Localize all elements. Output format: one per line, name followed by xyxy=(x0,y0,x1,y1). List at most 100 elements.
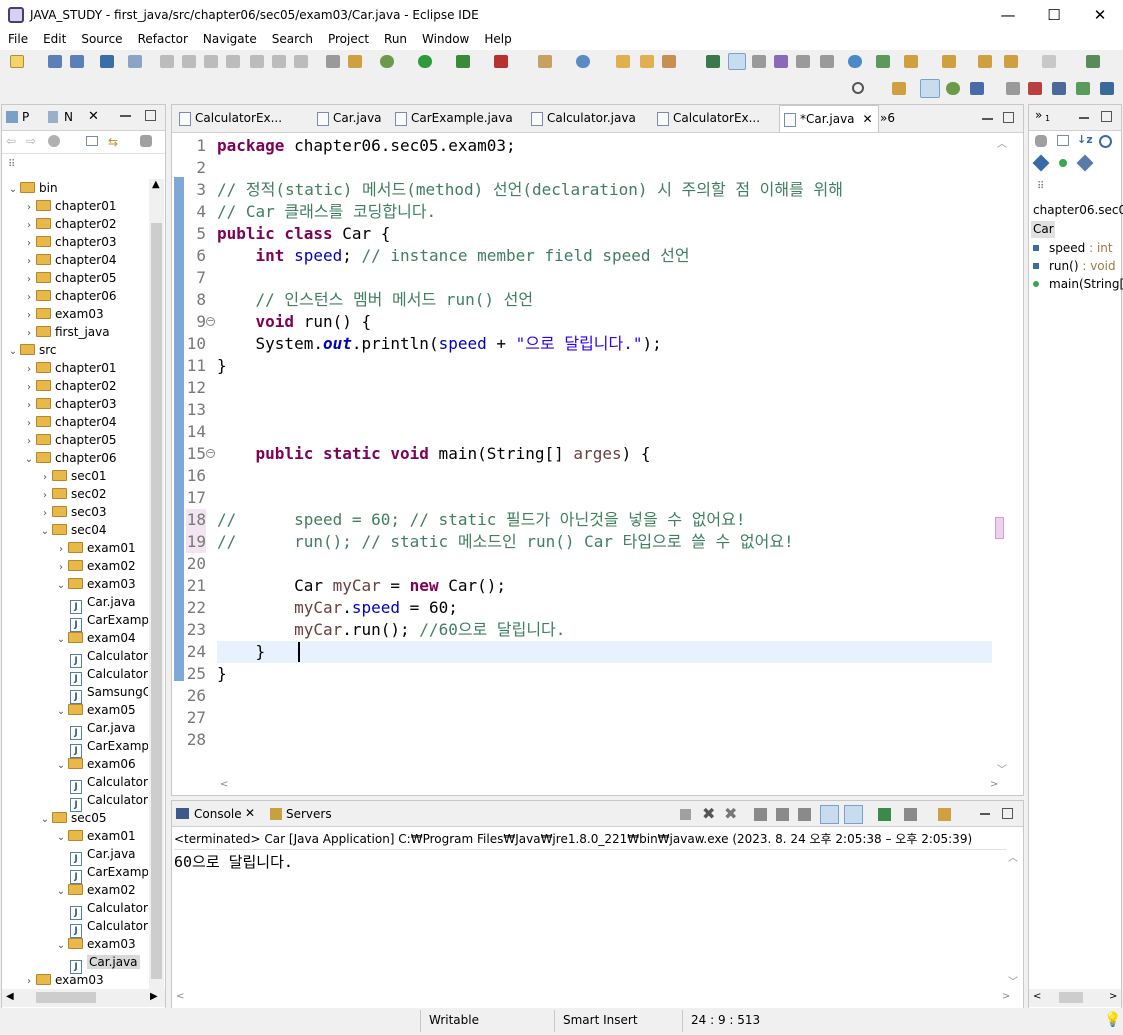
tree-folder[interactable]: › chapter03 xyxy=(22,233,116,251)
chevron-down-icon[interactable]: ⌄ xyxy=(38,523,52,541)
sort-icon[interactable]: ↓z xyxy=(1077,133,1093,146)
collapse-icon[interactable] xyxy=(1057,135,1069,146)
tree-folder[interactable]: ⌄ sec05 xyxy=(38,809,107,827)
display-console-icon[interactable] xyxy=(904,808,917,821)
scroll-left-icon[interactable]: < xyxy=(220,779,228,790)
breadcrumb-icon[interactable] xyxy=(796,55,810,68)
link-editor-icon[interactable]: ⇆ xyxy=(108,135,118,149)
code-line[interactable]: public class Car { xyxy=(217,223,390,245)
chevron-down-icon[interactable]: ⌄ xyxy=(54,757,68,775)
menu-navigate[interactable]: Navigate xyxy=(203,30,257,50)
code-line[interactable]: myCar.speed = 60; xyxy=(217,597,458,619)
collapse-all-icon[interactable] xyxy=(86,136,98,146)
tree-file[interactable]: J Car.java xyxy=(70,719,136,740)
tip-bulb-icon[interactable]: 💡 xyxy=(1104,1012,1121,1028)
remove-all-icon[interactable]: ✖ xyxy=(724,804,737,823)
step-over-icon[interactable] xyxy=(272,55,286,68)
restore-icon[interactable] xyxy=(1006,82,1020,95)
console-scrollbar[interactable]: ︿ ﹀ xyxy=(1006,849,1021,989)
chevron-down-icon[interactable]: ⌄ xyxy=(54,883,68,901)
editor-tab[interactable]: *Car.java ✕ xyxy=(779,105,879,132)
show-stderr-icon[interactable] xyxy=(844,805,863,824)
tree-file[interactable]: J Calculator xyxy=(70,917,148,938)
back-icon[interactable] xyxy=(1004,55,1018,68)
chevron-down-icon[interactable]: ⌄ xyxy=(54,577,68,595)
tree-folder[interactable]: › sec01 xyxy=(38,467,107,485)
prev-annotation-icon[interactable] xyxy=(942,55,956,68)
tree-folder[interactable]: › chapter04 xyxy=(22,413,116,431)
hscroll-thumb[interactable] xyxy=(36,992,96,1003)
editor-tab[interactable]: Car.java xyxy=(313,105,383,132)
tree-folder[interactable]: › exam01 xyxy=(54,539,136,557)
minimize-button[interactable]: — xyxy=(985,0,1031,30)
tree-folder[interactable]: ⌄ exam05 xyxy=(54,701,136,719)
tree-file[interactable]: J Calculator xyxy=(70,791,148,812)
task-icon[interactable] xyxy=(774,55,788,68)
editor-hscrollbar[interactable]: < > xyxy=(186,779,1006,795)
search-icon[interactable] xyxy=(852,82,864,94)
close-icon[interactable]: ✕ xyxy=(863,112,873,126)
chevron-down-icon[interactable]: ⌄ xyxy=(54,631,68,649)
tree-folder[interactable]: › first_java xyxy=(22,323,110,341)
maximize-icon[interactable] xyxy=(145,110,156,121)
editor-tab[interactable]: CalculatorEx... xyxy=(653,105,771,132)
console-hscrollbar[interactable]: < > xyxy=(172,991,1023,1007)
tree-folder[interactable]: › chapter02 xyxy=(22,215,116,233)
terminal-icon[interactable] xyxy=(100,55,114,68)
scroll-left-icon[interactable]: < xyxy=(1033,991,1041,1002)
scroll-right-icon[interactable]: > xyxy=(990,779,998,790)
outline-member-speed[interactable]: speed : int xyxy=(1033,241,1113,255)
perspective-icon-4[interactable] xyxy=(1100,82,1114,95)
menu-help[interactable]: Help xyxy=(484,30,511,50)
scroll-down-icon[interactable]: ﹀ xyxy=(997,761,1007,776)
outline-member-run[interactable]: run() : void xyxy=(1033,259,1116,273)
show-whitespace-icon[interactable] xyxy=(820,55,834,68)
code-line[interactable]: // speed = 60; // static 필드가 아닌것을 넣을 수 없… xyxy=(217,509,746,531)
tree-file[interactable]: J Calculator xyxy=(70,665,148,686)
suspend-icon[interactable] xyxy=(182,55,196,68)
tree-folder[interactable]: › exam03 xyxy=(22,305,104,323)
tree-folder[interactable]: › chapter01 xyxy=(22,359,116,377)
close-icon[interactable]: ✕ xyxy=(245,806,255,820)
filter-icon[interactable] xyxy=(1035,135,1047,147)
pin-editor-icon[interactable] xyxy=(1086,55,1100,68)
clear-console-icon[interactable] xyxy=(754,808,767,821)
code-line[interactable]: // run(); // static 메소드인 run() Car 타입으로 … xyxy=(217,531,794,553)
tab-navigator[interactable]: N xyxy=(64,110,73,124)
open-console-icon[interactable] xyxy=(938,808,951,821)
editor-minimize-icon[interactable] xyxy=(982,118,993,120)
terminate-icon[interactable] xyxy=(680,809,691,820)
chevron-right-icon[interactable]: › xyxy=(22,973,36,989)
code-area[interactable]: 1 package chapter06.sec05.exam03; 2 3// 정적(… xyxy=(172,133,992,783)
annotation-icon[interactable] xyxy=(706,55,720,68)
tree-file[interactable]: J Car.java xyxy=(70,593,136,614)
tree-file[interactable]: J CarExamp xyxy=(70,863,148,884)
code-line[interactable]: Car myCar = new Car(); xyxy=(217,575,506,597)
search-file-icon[interactable] xyxy=(662,55,676,68)
code-line[interactable]: // Car 클래스를 코딩합니다. xyxy=(217,201,436,223)
tab-servers[interactable]: Servers xyxy=(286,807,332,821)
resume-icon[interactable] xyxy=(160,55,174,68)
maximize-button[interactable]: ☐ xyxy=(1031,0,1077,30)
more-icon[interactable]: ⠿ xyxy=(8,159,15,170)
step-into-icon[interactable] xyxy=(250,55,264,68)
fold-icon[interactable]: − xyxy=(206,317,215,326)
console-maximize-icon[interactable] xyxy=(1002,808,1013,819)
skip-breakpoints-icon[interactable] xyxy=(128,55,142,68)
chevron-down-icon[interactable]: ⌄ xyxy=(38,811,52,829)
hide-fields-icon[interactable] xyxy=(1099,135,1112,148)
scroll-right-icon[interactable]: ▶ xyxy=(150,991,158,1002)
forward-icon[interactable] xyxy=(1042,55,1056,68)
git-perspective-icon[interactable] xyxy=(970,82,984,95)
debug-icon[interactable] xyxy=(380,55,394,68)
scroll-lock-icon[interactable] xyxy=(776,808,789,821)
terminate-icon[interactable] xyxy=(204,55,218,68)
close-button[interactable]: ✕ xyxy=(1077,0,1123,30)
code-line[interactable]: System.out.println(speed + "으로 달립니다."); xyxy=(217,333,662,355)
debug-perspective-icon[interactable] xyxy=(946,82,960,95)
remove-launch-icon[interactable]: ✖ xyxy=(702,804,715,823)
tree-file[interactable]: J Car.java xyxy=(70,845,136,866)
tree-folder[interactable]: › chapter04 xyxy=(22,251,116,269)
overview-ruler[interactable]: ︿ ﹀ xyxy=(994,133,1010,781)
menu-source[interactable]: Source xyxy=(81,30,122,50)
